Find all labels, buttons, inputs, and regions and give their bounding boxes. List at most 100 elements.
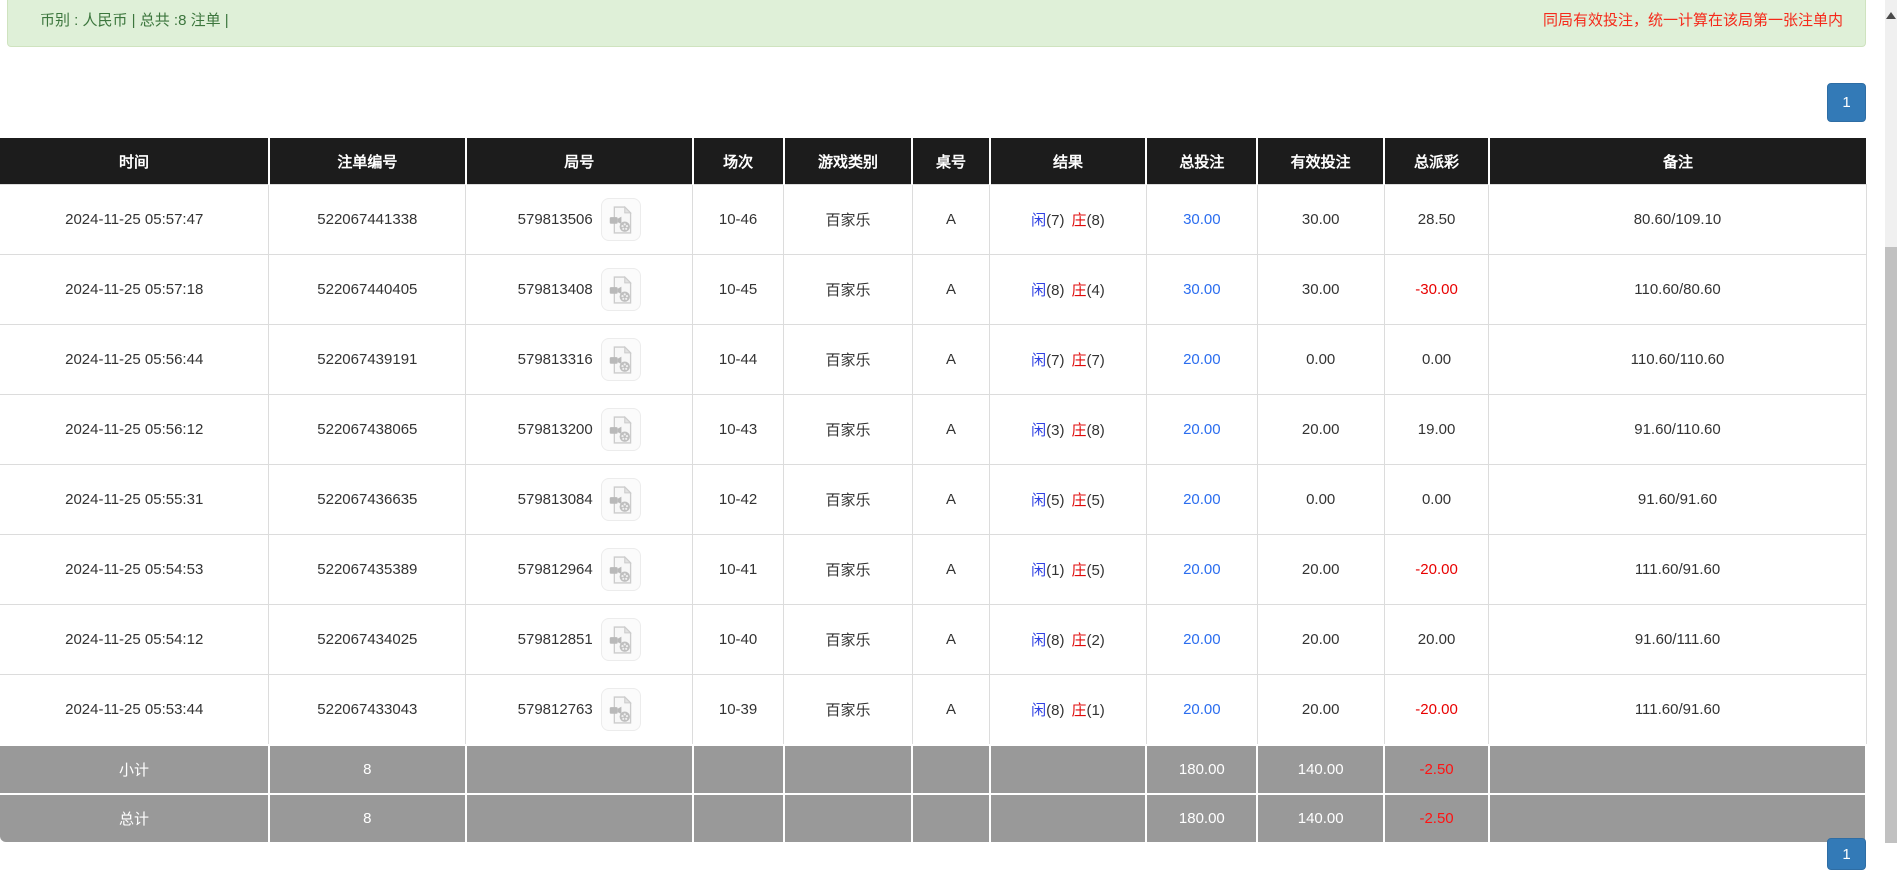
table-row: 2024-11-25 05:56:44 522067439191 5798133…	[0, 324, 1867, 395]
scrollbar-thumb[interactable]	[1885, 247, 1897, 843]
result-player-points: (7)	[1046, 352, 1065, 369]
result-cell: 闲(7) 庄(7)	[989, 324, 1147, 395]
session-cell: 10-40	[692, 604, 784, 675]
result-banker-label: 庄	[1071, 492, 1087, 509]
pagination-page-1-button[interactable]: 1	[1827, 83, 1866, 122]
bet-id-cell: 522067435389	[268, 534, 467, 605]
pagination-page-label: 1	[1842, 94, 1851, 111]
table-no-cell: A	[911, 604, 991, 675]
result-banker-points: (5)	[1086, 562, 1105, 579]
game-type-cell: 百家乐	[783, 394, 913, 465]
total-bet-link[interactable]: 20.00	[1145, 324, 1258, 395]
video-replay-button[interactable]	[600, 618, 641, 661]
total-bet-link[interactable]: 20.00	[1145, 464, 1258, 535]
valid-bet-cell: 20.00	[1256, 394, 1385, 465]
payout-cell: 20.00	[1383, 604, 1490, 675]
result-banker-label: 庄	[1071, 562, 1087, 579]
table-row: 2024-11-25 05:53:44 522067433043 5798127…	[0, 674, 1867, 746]
round-id-cell: 579812964	[465, 534, 694, 605]
video-replay-button[interactable]	[600, 688, 641, 731]
session-cell: 10-41	[692, 534, 784, 605]
video-file-icon	[609, 555, 632, 584]
subtotal-payout: -2.50	[1383, 744, 1490, 795]
table-row: 2024-11-25 05:54:53 522067435389 5798129…	[0, 534, 1867, 605]
result-player-label: 闲	[1031, 422, 1047, 439]
time-cell: 2024-11-25 05:56:12	[0, 394, 270, 465]
payout-cell: 28.50	[1383, 184, 1490, 255]
video-replay-button[interactable]	[600, 198, 641, 241]
remark-cell: 111.60/91.60	[1488, 674, 1867, 746]
round-id-text: 579812851	[517, 631, 593, 648]
round-id-cell: 579813200	[465, 394, 694, 465]
scroll-up-arrow-icon[interactable]	[1886, 12, 1896, 19]
result-cell: 闲(8) 庄(2)	[989, 604, 1147, 675]
result-player-points: (8)	[1046, 632, 1065, 649]
remark-cell: 91.60/110.60	[1488, 394, 1867, 465]
video-file-icon	[609, 625, 632, 654]
subtotal-label: 小计	[0, 744, 270, 795]
payout-cell: -30.00	[1383, 254, 1490, 325]
result-player-label: 闲	[1031, 212, 1047, 229]
round-id-cell: 579813506	[465, 184, 694, 255]
total-bet-link[interactable]: 30.00	[1145, 184, 1258, 255]
table-row: 2024-11-25 05:57:47 522067441338 5798135…	[0, 184, 1867, 255]
video-replay-button[interactable]	[600, 408, 641, 451]
subtotal-total-bet: 180.00	[1145, 744, 1259, 795]
video-replay-button[interactable]	[600, 548, 641, 591]
result-cell: 闲(5) 庄(5)	[989, 464, 1147, 535]
table-no-cell: A	[911, 324, 991, 395]
result-cell: 闲(7) 庄(8)	[989, 184, 1147, 255]
result-player-points: (7)	[1046, 212, 1065, 229]
result-banker-points: (5)	[1086, 492, 1105, 509]
remark-cell: 111.60/91.60	[1488, 534, 1867, 605]
result-player-points: (8)	[1046, 282, 1065, 299]
grand-total-valid-bet: 140.00	[1256, 793, 1386, 842]
video-file-icon	[609, 695, 632, 724]
remark-cell: 91.60/111.60	[1488, 604, 1867, 675]
payout-cell: 19.00	[1383, 394, 1490, 465]
session-cell: 10-42	[692, 464, 784, 535]
remark-cell: 110.60/110.60	[1488, 324, 1867, 395]
payout-cell: 0.00	[1383, 464, 1490, 535]
remark-cell: 91.60/91.60	[1488, 464, 1867, 535]
round-id-text: 579813200	[517, 421, 593, 438]
game-type-cell: 百家乐	[783, 464, 913, 535]
valid-bet-cell: 30.00	[1256, 184, 1385, 255]
result-banker-label: 庄	[1071, 352, 1087, 369]
subtotal-row: 小计 8 180.00 140.00 -2.50	[0, 744, 1867, 795]
result-banker-label: 庄	[1071, 422, 1087, 439]
table-header-row: 时间 注单编号 局号 场次 游戏类别 桌号 结果 总投注 有效投注 总派彩 备注	[0, 138, 1866, 185]
time-cell: 2024-11-25 05:55:31	[0, 464, 270, 535]
video-replay-button[interactable]	[600, 268, 641, 311]
header-round-id: 局号	[464, 138, 693, 185]
round-id-text: 579813506	[517, 211, 593, 228]
header-bet-id: 注单编号	[267, 138, 466, 185]
result-banker-points: (7)	[1086, 352, 1105, 369]
round-id-cell: 579812763	[465, 674, 694, 746]
table-no-cell: A	[911, 464, 991, 535]
table-no-cell: A	[911, 674, 991, 746]
total-bet-link[interactable]: 20.00	[1145, 604, 1258, 675]
bet-id-cell: 522067433043	[268, 674, 467, 746]
video-replay-button[interactable]	[600, 478, 641, 521]
total-bet-link[interactable]: 20.00	[1145, 394, 1258, 465]
total-bet-link[interactable]: 20.00	[1145, 674, 1258, 746]
table-no-cell: A	[911, 184, 991, 255]
remark-cell: 110.60/80.60	[1488, 254, 1867, 325]
result-player-points: (8)	[1046, 702, 1065, 719]
bet-id-cell: 522067438065	[268, 394, 467, 465]
round-id-cell: 579812851	[465, 604, 694, 675]
header-remark: 备注	[1487, 138, 1866, 185]
video-replay-button[interactable]	[600, 338, 641, 381]
header-result: 结果	[988, 138, 1147, 185]
valid-bet-cell: 20.00	[1256, 674, 1385, 746]
result-banker-points: (1)	[1086, 702, 1105, 719]
total-bet-link[interactable]: 20.00	[1145, 534, 1258, 605]
result-banker-label: 庄	[1071, 282, 1087, 299]
time-cell: 2024-11-25 05:57:47	[0, 184, 270, 255]
result-player-label: 闲	[1031, 282, 1047, 299]
grand-total-payout: -2.50	[1383, 793, 1490, 842]
round-id-text: 579812964	[517, 561, 593, 578]
total-bet-link[interactable]: 30.00	[1145, 254, 1258, 325]
header-table-no: 桌号	[911, 138, 990, 185]
